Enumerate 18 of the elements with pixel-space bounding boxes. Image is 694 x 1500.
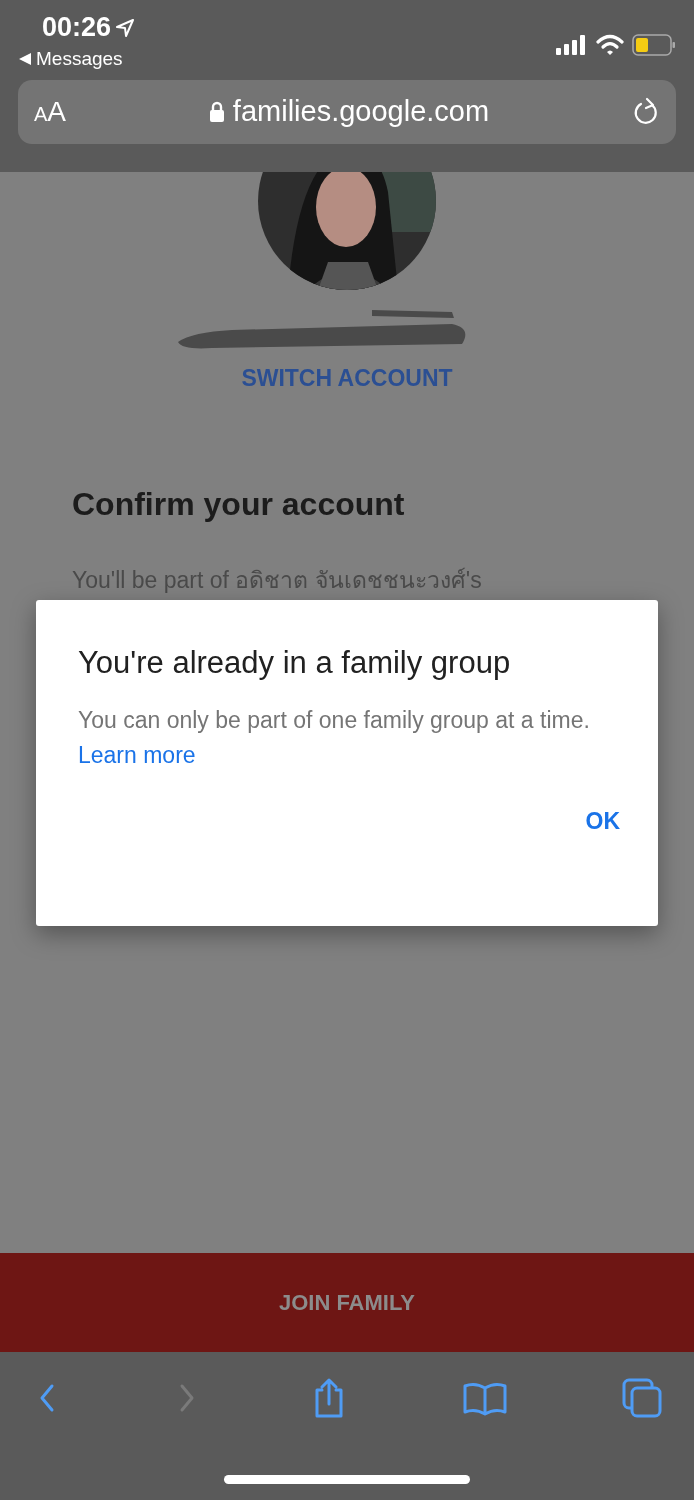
battery-icon [632, 34, 676, 56]
wifi-icon [596, 34, 624, 56]
learn-more-link[interactable]: Learn more [78, 742, 196, 769]
ok-button[interactable]: OK [579, 803, 626, 840]
url-text[interactable]: families.google.com [232, 90, 490, 134]
back-to-app-link[interactable]: Messages [36, 49, 123, 68]
text-size-button[interactable]: AA [34, 91, 67, 133]
tabs-icon[interactable] [622, 1378, 662, 1418]
book-icon[interactable] [462, 1380, 507, 1416]
reload-icon[interactable] [632, 97, 660, 127]
dialog-message: You can only be part of one family group at a time. Learn more [78, 706, 591, 771]
signal-icon [556, 35, 588, 55]
location-arrow-icon [115, 17, 136, 38]
status-time: 00:26 [41, 14, 112, 41]
lock-icon [208, 101, 225, 123]
back-triangle-icon[interactable] [18, 51, 32, 66]
dialog-title: You're already in a family group [78, 644, 512, 682]
page-heading: Confirm your account [72, 484, 406, 523]
